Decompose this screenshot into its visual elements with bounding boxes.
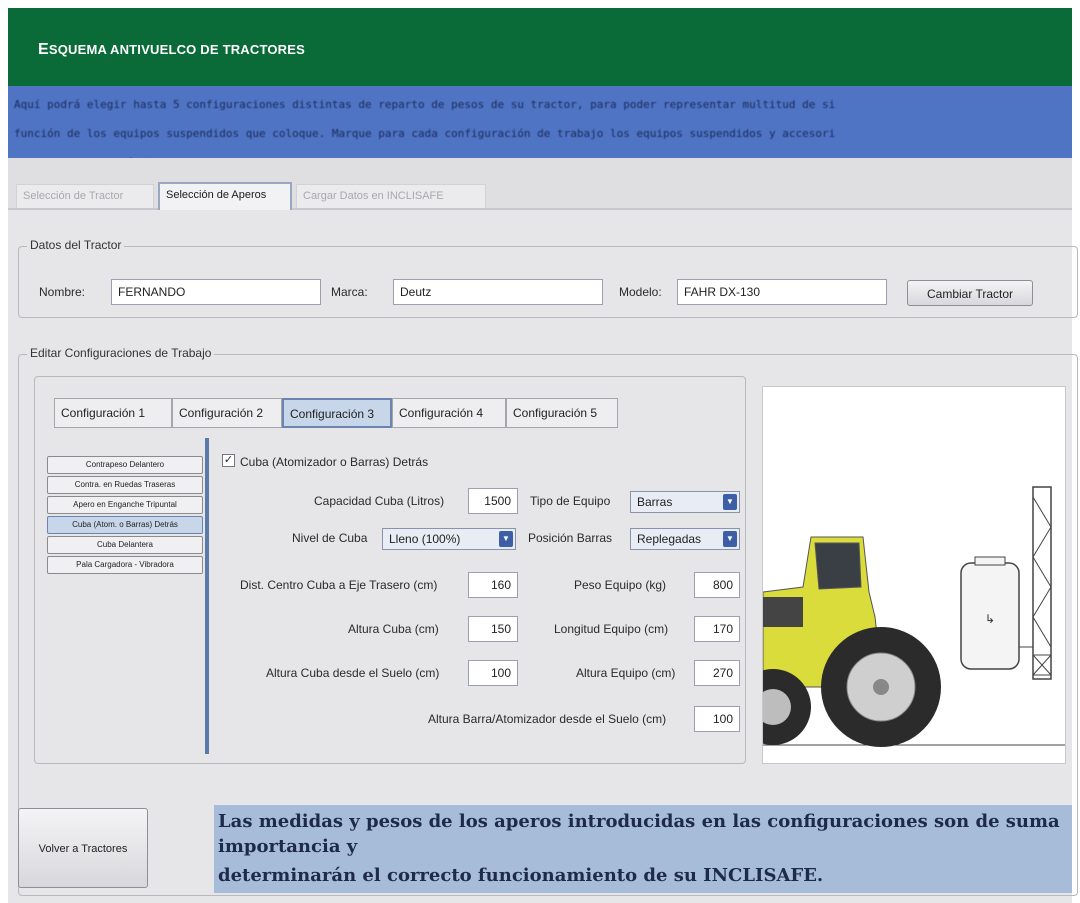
longitud-equipo-field[interactable]: 170 [694,616,740,642]
note-line-2: determinarán el correcto funcionamiento … [218,865,824,886]
dist-centro-label: Dist. Centro Cuba a Eje Trasero (cm) [240,578,438,592]
intro-line-3: como sus características. [8,144,1072,158]
change-tractor-button[interactable]: Cambiar Tractor [907,280,1033,306]
back-to-tractors-button[interactable]: Volver a Tractores [18,808,148,888]
intro-line-1: Aquí podrá elegir hasta 5 configuracione… [14,98,836,111]
side-button-apero-tripuntal[interactable]: Apero en Enganche Tripuntal [47,496,203,514]
tab-seleccion-tractor[interactable]: Selección de Tractor [16,184,154,208]
chevron-down-icon: ▼ [723,531,737,547]
altura-cuba-suelo-field[interactable]: 100 [468,660,518,686]
page-header: ESQUEMA ANTIVUELCO DE TRACTORES [8,8,1072,86]
vertical-splitter[interactable] [205,438,209,754]
nombre-label: Nombre: [39,285,86,299]
posicion-barras-label: Posición Barras [528,531,613,545]
longitud-equipo-label: Longitud Equipo (cm) [554,622,669,636]
chevron-down-icon: ▼ [499,531,513,547]
importance-note: Las medidas y pesos de los aperos introd… [214,805,1072,893]
tab-configuracion-5[interactable]: Configuración 5 [506,398,618,428]
altura-barra-field[interactable]: 100 [694,706,740,732]
modelo-label: Modelo: [619,285,662,299]
altura-equipo-field[interactable]: 270 [694,660,740,686]
side-button-cuba-delantera[interactable]: Cuba Delantera [47,536,203,554]
intro-text-panel: Aquí podrá elegir hasta 5 configuracione… [8,86,1072,158]
modelo-field[interactable]: FAHR DX-130 [677,279,887,305]
tractor-data-group: Datos del Tractor Nombre: FERNANDO Marca… [18,238,1078,318]
side-button-pala-cargadora[interactable]: Pala Cargadora - Vibradora [47,556,203,574]
application-window: Selección de Tractor Selección de Aperos… [8,158,1078,903]
altura-cuba-suelo-label: Altura Cuba desde el Suelo (cm) [266,666,440,680]
tab-seleccion-aperos[interactable]: Selección de Aperos [158,182,292,210]
cuba-checkbox-label: Cuba (Atomizador o Barras) Detrás [240,455,429,469]
chevron-down-icon: ▼ [723,494,737,510]
tractor-illustration: ↳ [735,386,1066,764]
tab-configuracion-4[interactable]: Configuración 4 [392,398,506,428]
intro-line-2: función de los equipos suspendidos que c… [14,127,836,140]
altura-equipo-label: Altura Equipo (cm) [576,666,676,680]
tab-configuracion-2[interactable]: Configuración 2 [172,398,282,428]
altura-barra-label: Altura Barra/Atomizador desde el Suelo (… [428,712,667,726]
side-button-contrapeso-delantero[interactable]: Contrapeso Delantero [47,456,203,474]
posicion-barras-select[interactable]: Replegadas ▼ [630,528,740,550]
tractor-sprayer-drawing: ↳ [735,486,1065,747]
tipo-equipo-select[interactable]: Barras ▼ [630,491,740,513]
altura-cuba-field[interactable]: 150 [468,616,518,642]
peso-equipo-label: Peso Equipo (kg) [574,578,667,592]
config-group-title: Editar Configuraciones de Trabajo [27,346,215,360]
screenshot-frame: ESQUEMA ANTIVUELCO DE TRACTORES Aquí pod… [0,0,1080,903]
peso-equipo-field[interactable]: 800 [694,572,740,598]
svg-text:↳: ↳ [985,612,995,626]
nivel-cuba-label: Nivel de Cuba [292,531,368,545]
side-button-cuba-detras[interactable]: Cuba (Atom. o Barras) Detrás [47,516,203,534]
cuba-checkbox[interactable]: ✓ [222,454,235,467]
tab-configuracion-3[interactable]: Configuración 3 [282,398,392,428]
nombre-field[interactable]: FERNANDO [111,279,321,305]
side-button-contrapeso-ruedas[interactable]: Contra. en Ruedas Traseras [47,476,203,494]
marca-field[interactable]: Deutz [393,279,603,305]
page-title: ESQUEMA ANTIVUELCO DE TRACTORES [38,41,306,58]
tab-configuracion-1[interactable]: Configuración 1 [54,398,172,428]
dist-centro-field[interactable]: 160 [468,572,518,598]
tractor-group-title: Datos del Tractor [27,238,125,252]
altura-cuba-label: Altura Cuba (cm) [348,622,439,636]
nivel-cuba-select[interactable]: Lleno (100%) ▼ [382,528,516,550]
note-line-1: Las medidas y pesos de los aperos introd… [218,811,1060,857]
tipo-equipo-label: Tipo de Equipo [530,494,611,508]
main-tab-bar: Selección de Tractor Selección de Aperos… [8,158,1072,210]
capacidad-field[interactable]: 1500 [468,488,518,514]
tab-cargar-datos[interactable]: Cargar Datos en INCLISAFE [296,184,486,208]
marca-label: Marca: [331,285,368,299]
capacidad-label: Capacidad Cuba (Litros) [314,494,445,508]
